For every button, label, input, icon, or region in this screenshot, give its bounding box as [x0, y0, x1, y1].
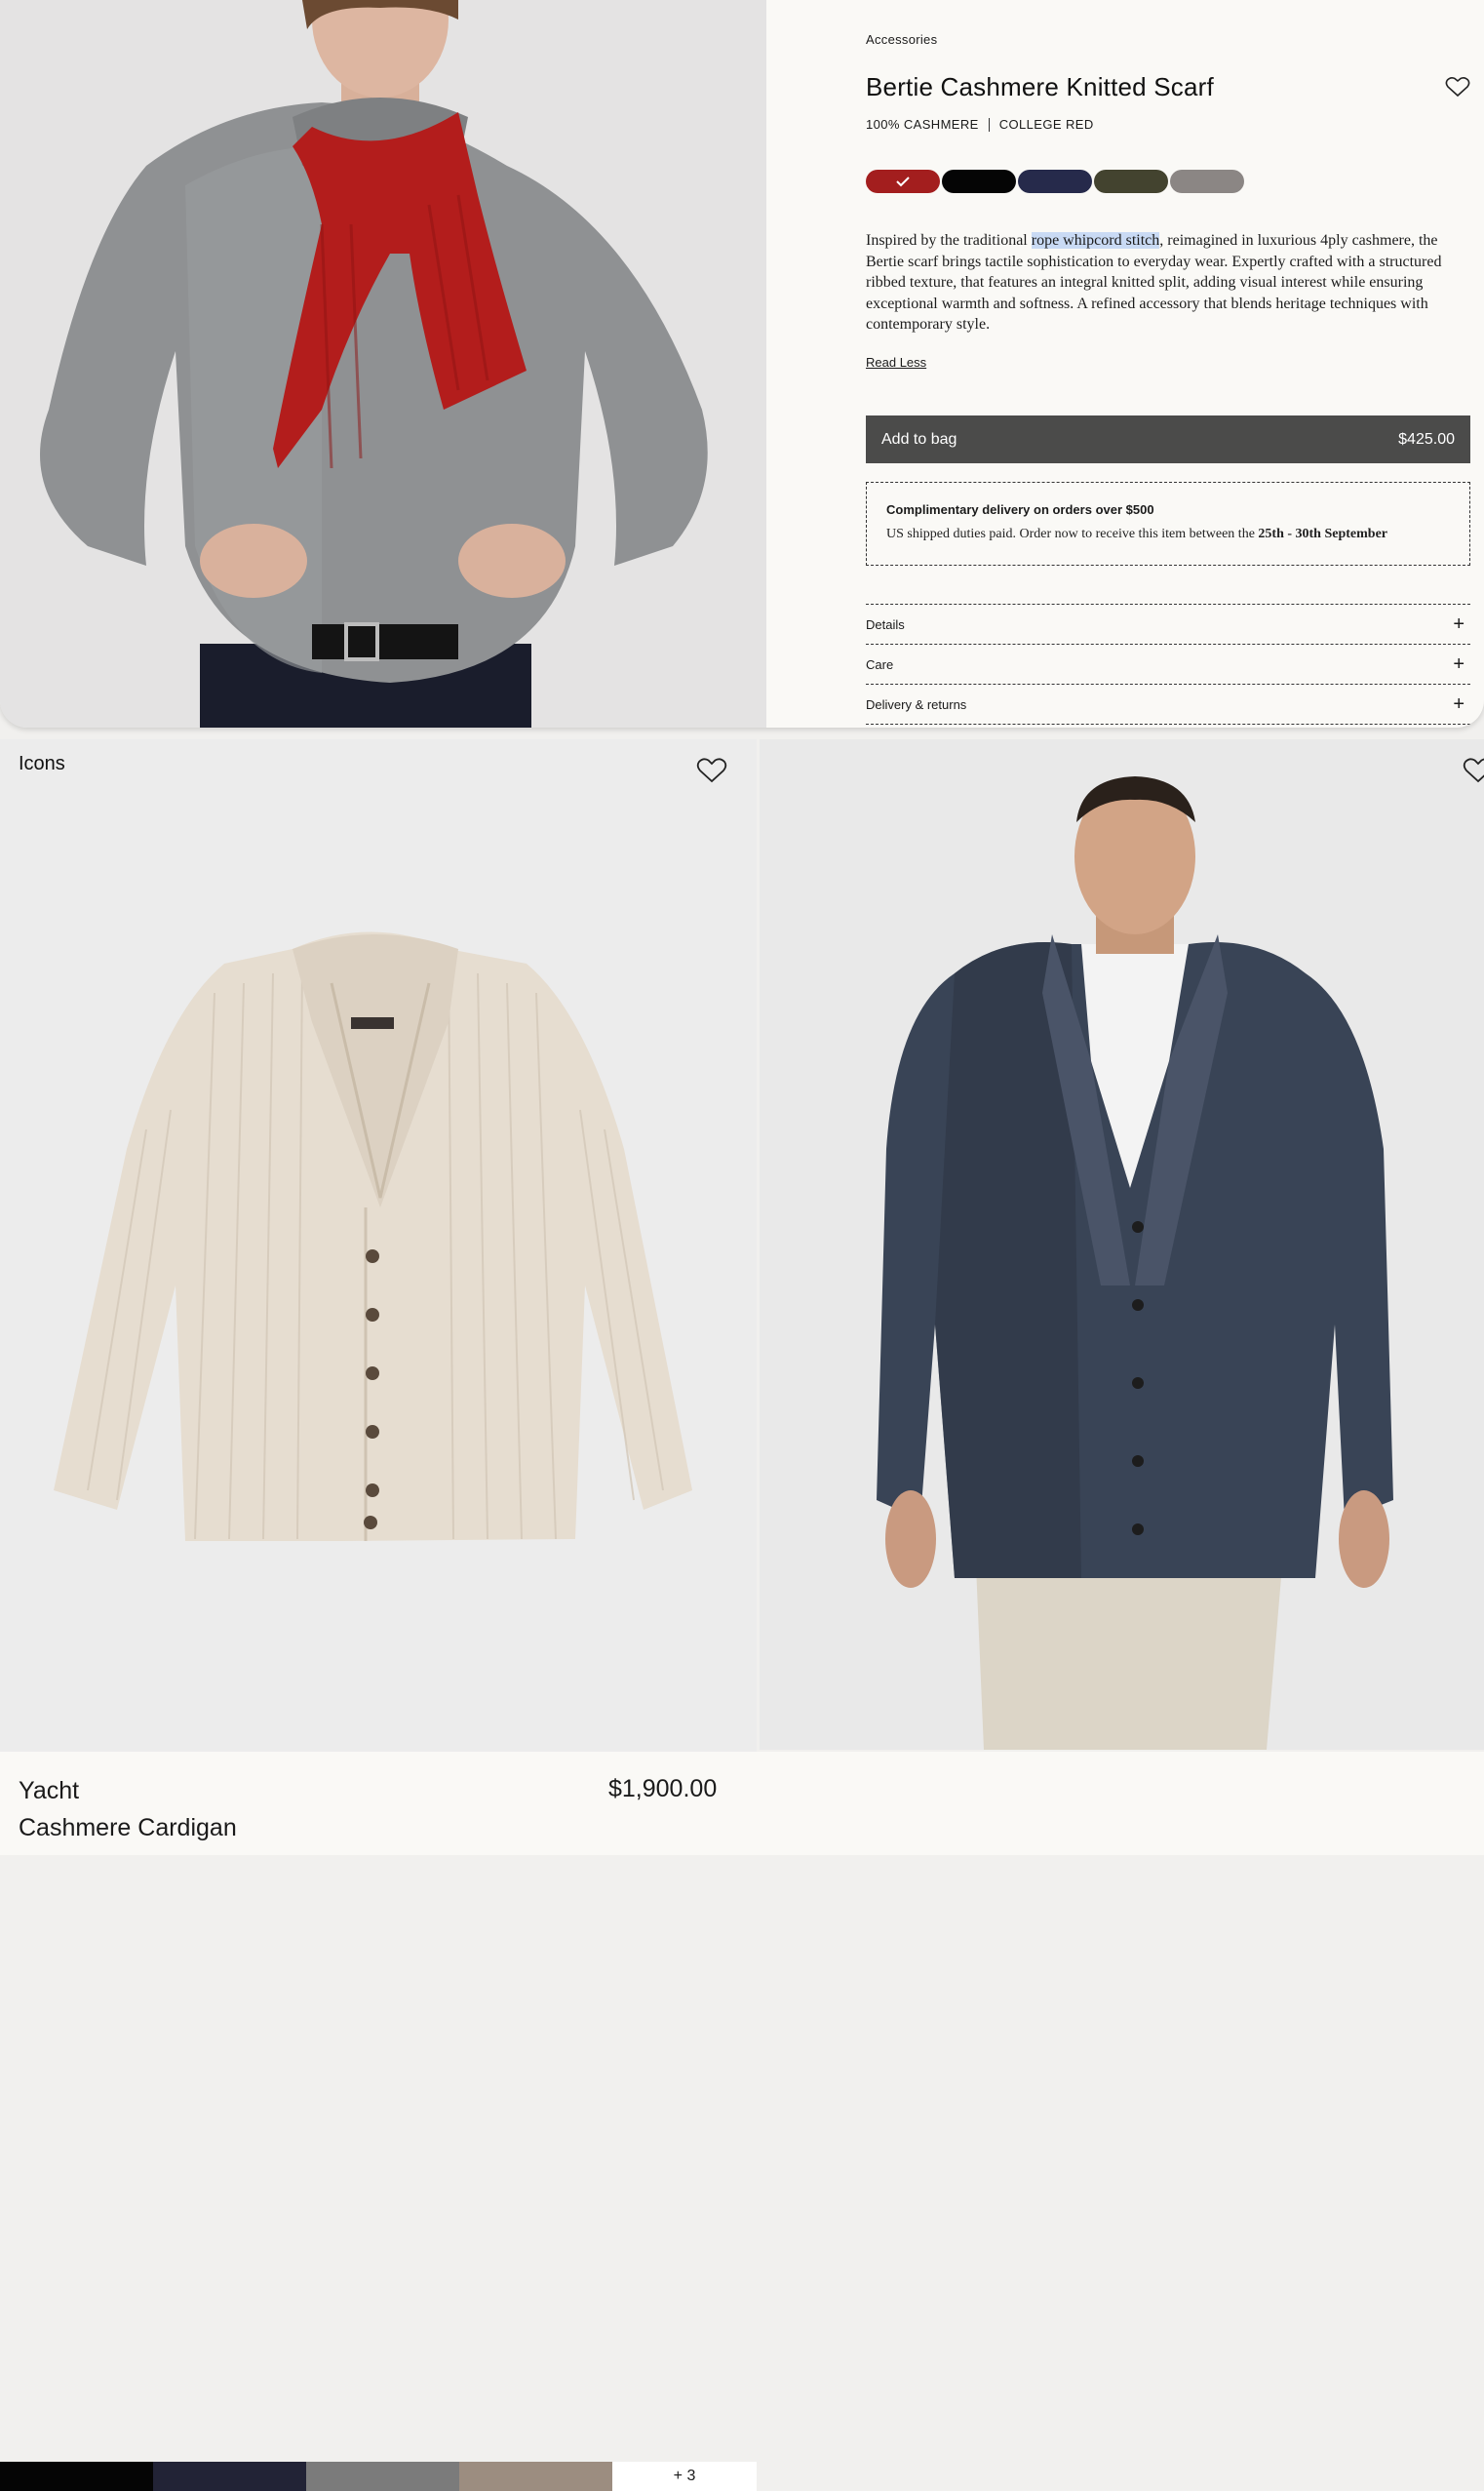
collection-label: Icons [19, 753, 65, 774]
product-card-price: $1,900.00 [608, 1775, 718, 1802]
plus-icon: + [1453, 652, 1464, 675]
color-options-strip: + 3 [0, 2462, 757, 2491]
product-card-name[interactable]: Yacht [19, 1777, 79, 1805]
read-less-link[interactable]: Read Less [866, 355, 926, 370]
delivery-info-box: Complimentary delivery on orders over $5… [866, 482, 1470, 566]
product-card-yacht[interactable]: + 3 [0, 739, 757, 2491]
color-swatch[interactable] [942, 170, 1016, 193]
product-title: Bertie Cashmere Knitted Scarf [866, 72, 1214, 101]
breadcrumb-category[interactable]: Accessories [866, 32, 937, 47]
product-hero-image [0, 0, 766, 728]
cardigan-flatlay-image [0, 739, 757, 1722]
accordion-row[interactable]: Details + [866, 604, 1470, 644]
product-details-panel: Accessories Bertie Cashmere Knitted Scar… [866, 0, 1470, 728]
color-swatch[interactable] [1170, 170, 1244, 193]
product-color-name: COLLEGE RED [998, 117, 1094, 132]
add-to-bag-label: Add to bag [881, 430, 957, 448]
color-option[interactable] [153, 2462, 306, 2491]
color-swatch[interactable] [866, 170, 940, 193]
plus-icon: + [1453, 692, 1464, 715]
accordion-label: Care [866, 656, 894, 672]
product-composition: 100% CASHMERE [866, 117, 979, 132]
accordion-label: Details [866, 616, 905, 632]
color-option[interactable] [459, 2462, 612, 2491]
info-accordion: Details + Care + Delivery & returns + [866, 604, 1470, 725]
product-meta: 100% CASHMERE COLLEGE RED [866, 117, 1094, 132]
product-detail-card: Accessories Bertie Cashmere Knitted Scar… [0, 0, 1484, 728]
description-text-start: Inspired by the traditional [866, 232, 1032, 249]
product-card-model-view[interactable] [760, 739, 1484, 1750]
accordion-row[interactable]: Delivery & returns + [866, 684, 1470, 725]
accordion-row[interactable]: Care + [866, 644, 1470, 684]
add-to-bag-price: $425.00 [1398, 430, 1455, 448]
delivery-text: US shipped duties paid. Order now to rec… [886, 527, 1450, 542]
product-card-subname[interactable]: Cashmere Cardigan [19, 1814, 237, 1842]
color-option[interactable] [0, 2462, 153, 2491]
model-scarf-illustration [0, 0, 766, 728]
wishlist-heart-icon[interactable] [1445, 76, 1470, 98]
plus-icon: + [1453, 613, 1464, 635]
color-swatch[interactable] [1094, 170, 1168, 193]
description-highlight: rope whipcord stitch [1031, 232, 1160, 249]
wishlist-heart-icon[interactable] [1463, 757, 1484, 784]
color-swatch[interactable] [1018, 170, 1092, 193]
delivery-dates: 25th - 30th September [1258, 527, 1388, 541]
product-description: Inspired by the traditional rope whipcor… [866, 230, 1463, 336]
checkmark-icon [896, 177, 910, 187]
more-colors-button[interactable]: + 3 [612, 2462, 757, 2491]
color-swatch-group [866, 170, 1244, 193]
delivery-text-body: US shipped duties paid. Order now to rec… [886, 527, 1259, 541]
delivery-title: Complimentary delivery on orders over $5… [886, 502, 1154, 517]
model-cardigan-image [760, 739, 1484, 1750]
accordion-label: Delivery & returns [866, 696, 967, 712]
add-to-bag-button[interactable]: Add to bag $425.00 [866, 415, 1470, 463]
meta-divider [988, 117, 990, 132]
wishlist-heart-icon[interactable] [696, 757, 727, 784]
color-option[interactable] [306, 2462, 459, 2491]
